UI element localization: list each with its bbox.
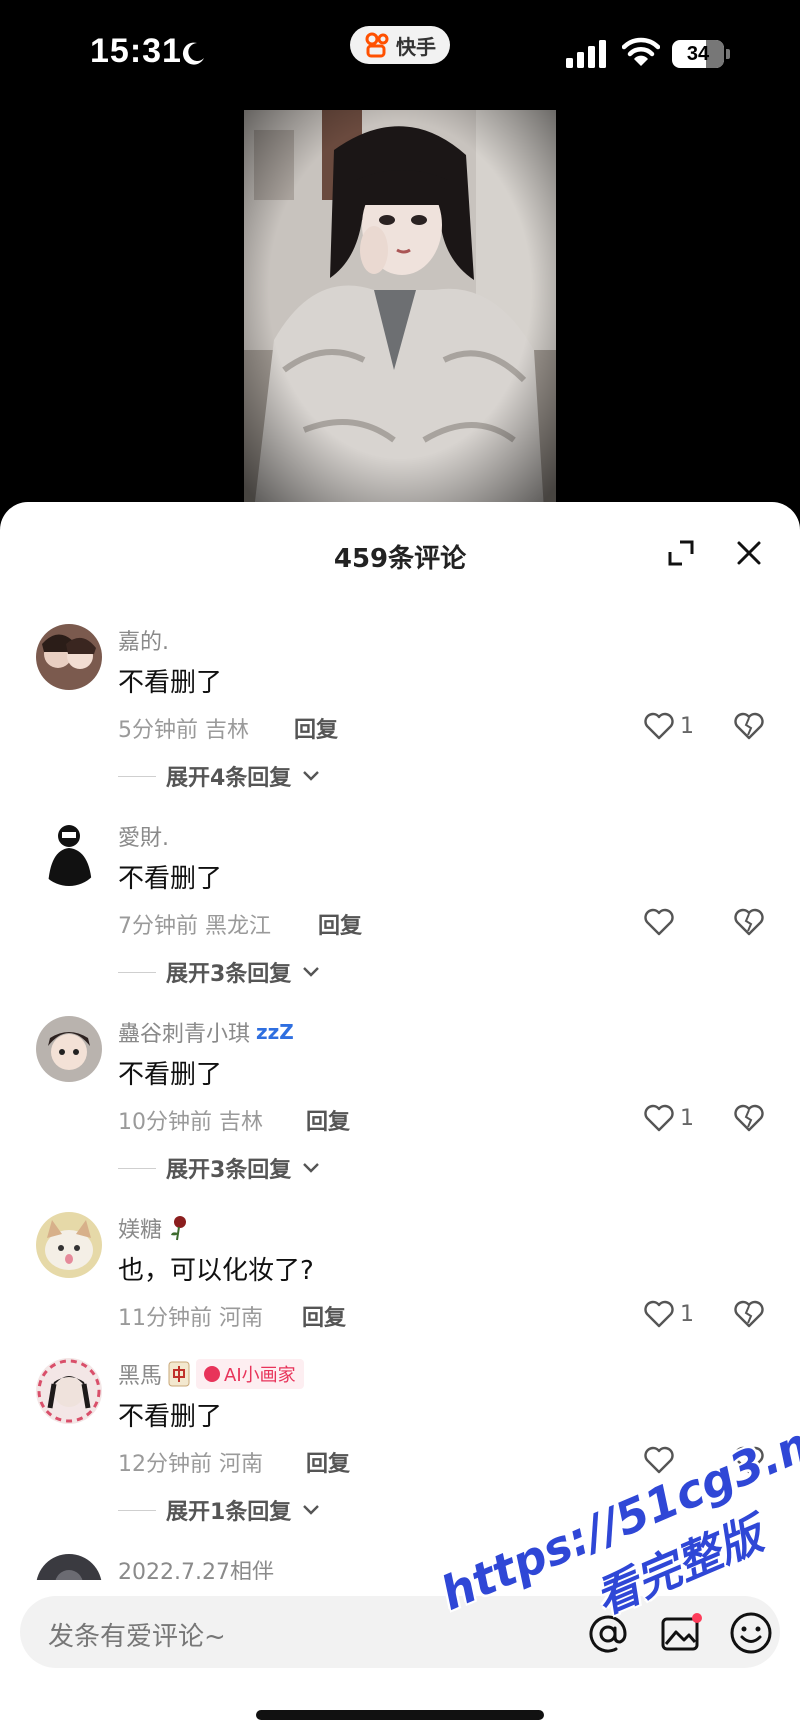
- comment-username[interactable]: 嘉的.: [118, 624, 169, 656]
- comment-input[interactable]: 发条有爱评论~: [20, 1596, 780, 1668]
- like-count: 1: [680, 1301, 694, 1327]
- comment-meta: 7分钟前 黑龙江: [118, 914, 271, 939]
- kuaishou-logo-icon: [365, 32, 389, 58]
- badge-dot-icon: [204, 1366, 221, 1382]
- expand-replies[interactable]: 展开4条回复: [118, 760, 321, 792]
- like-button[interactable]: [644, 1446, 680, 1474]
- sheet-header: 459条评论: [0, 502, 800, 608]
- comment-username[interactable]: 黑馬 AI小画家: [118, 1358, 304, 1390]
- chevron-down-icon: [303, 1163, 320, 1173]
- app-name: 快手: [396, 34, 436, 59]
- chevron-down-icon: [303, 967, 320, 977]
- comment-item: 愛財. 不看删了 7分钟前 黑龙江 回复 展开3条回复: [0, 808, 800, 1004]
- comment-item: 媄糖 也，可以化妆了? 11分钟前 河南 回复 1: [0, 1200, 800, 1350]
- divider-line: [118, 1167, 156, 1169]
- reply-button[interactable]: 回复: [302, 1300, 346, 1332]
- comment-meta: 5分钟前 吉林: [118, 718, 249, 743]
- expand-replies-label[interactable]: 展开4条回复: [166, 760, 291, 792]
- avatar[interactable]: [36, 1212, 102, 1278]
- comment-username[interactable]: 蠱谷刺青小琪 zzZ: [118, 1016, 294, 1048]
- chevron-down-icon: [303, 771, 320, 781]
- like-button[interactable]: [644, 908, 680, 936]
- sleep-zzz-icon: zzZ: [256, 1020, 294, 1044]
- broken-heart-icon[interactable]: [734, 1446, 764, 1474]
- status-time: 15:31: [90, 32, 182, 70]
- username-text[interactable]: 嘉的.: [118, 624, 169, 656]
- username-text[interactable]: 愛財.: [118, 820, 169, 852]
- expand-replies-label[interactable]: 展开3条回复: [166, 1152, 291, 1184]
- home-indicator[interactable]: [256, 1710, 544, 1720]
- heart-icon: [644, 908, 674, 936]
- expand-replies-label[interactable]: 展开1条回复: [166, 1494, 291, 1526]
- comment-text: 不看删了: [118, 864, 223, 894]
- expand-icon[interactable]: [666, 538, 696, 568]
- comment-text: 也，可以化妆了?: [118, 1256, 314, 1286]
- image-icon[interactable]: [660, 1612, 702, 1654]
- like-count: 1: [680, 713, 694, 739]
- divider-line: [118, 1509, 156, 1511]
- chevron-down-icon: [303, 1505, 320, 1515]
- mahjong-tile-icon: [168, 1361, 190, 1387]
- input-placeholder[interactable]: 发条有爱评论~: [48, 1616, 226, 1653]
- battery-indicator: 34: [672, 40, 730, 68]
- comment-username[interactable]: 愛財.: [118, 820, 169, 852]
- username-text[interactable]: 媄糖: [118, 1212, 162, 1244]
- heart-icon: [644, 1446, 674, 1474]
- reply-button[interactable]: 回复: [294, 712, 338, 744]
- avatar[interactable]: [36, 624, 102, 690]
- like-button[interactable]: 1: [644, 712, 694, 740]
- heart-icon: [644, 712, 674, 740]
- rose-icon: [171, 1216, 187, 1241]
- avatar[interactable]: [36, 820, 102, 886]
- photo-illustration: [244, 110, 556, 510]
- post-photo[interactable]: [244, 110, 556, 510]
- at-icon[interactable]: [588, 1614, 628, 1654]
- broken-heart-icon[interactable]: [734, 712, 764, 740]
- comment-meta: 11分钟前 河南: [118, 1306, 263, 1331]
- comment-text: 不看删了: [118, 1402, 223, 1432]
- heart-icon: [644, 1300, 674, 1328]
- divider-line: [118, 971, 156, 973]
- status-bar: 15:31 快手 34: [0, 0, 800, 100]
- emoji-icon[interactable]: [728, 1610, 774, 1656]
- wifi-icon: [622, 37, 660, 66]
- battery-level: 34: [686, 42, 710, 65]
- comment-input-bar: 发条有爱评论~: [0, 1580, 800, 1734]
- comment-text: 不看删了: [118, 1060, 223, 1090]
- moon-icon: [182, 42, 204, 65]
- comment-text: 不看删了: [118, 668, 223, 698]
- ai-artist-badge[interactable]: AI小画家: [196, 1359, 304, 1389]
- close-icon[interactable]: [734, 538, 764, 568]
- broken-heart-icon[interactable]: [734, 1300, 764, 1328]
- avatar[interactable]: [36, 1358, 102, 1424]
- ai-badge-label: AI小画家: [224, 1365, 296, 1386]
- expand-replies[interactable]: 展开3条回复: [118, 956, 321, 988]
- expand-replies[interactable]: 展开3条回复: [118, 1152, 321, 1184]
- comment-meta: 10分钟前 吉林: [118, 1110, 263, 1135]
- like-count: 1: [680, 1105, 694, 1131]
- reply-button[interactable]: 回复: [306, 1104, 350, 1136]
- expand-replies-label[interactable]: 展开3条回复: [166, 956, 291, 988]
- broken-heart-icon[interactable]: [734, 908, 764, 936]
- comment-meta: 12分钟前 河南: [118, 1452, 263, 1477]
- signal-icon: [566, 40, 606, 68]
- like-button[interactable]: 1: [644, 1300, 694, 1328]
- username-text[interactable]: 黑馬: [118, 1358, 162, 1390]
- like-button[interactable]: 1: [644, 1104, 694, 1132]
- divider-line: [118, 775, 156, 777]
- reply-button[interactable]: 回复: [306, 1446, 350, 1478]
- comments-sheet: 459条评论 嘉的. 不看删了 5分钟前 吉林 回复 1 展开4条回复 愛財. …: [0, 502, 800, 1734]
- username-text[interactable]: 蠱谷刺青小琪: [118, 1016, 250, 1048]
- comment-item: 嘉的. 不看删了 5分钟前 吉林 回复 1 展开4条回复: [0, 612, 800, 808]
- expand-replies[interactable]: 展开1条回复: [118, 1494, 321, 1526]
- comment-item: 蠱谷刺青小琪 zzZ 不看删了 10分钟前 吉林 回复 1 展开3条回复: [0, 1004, 800, 1200]
- avatar[interactable]: [36, 1016, 102, 1082]
- app-indicator-pill[interactable]: 快手: [350, 26, 450, 64]
- reply-button[interactable]: 回复: [318, 908, 362, 940]
- heart-icon: [644, 1104, 674, 1132]
- comment-item: 黑馬 AI小画家 不看删了 12分钟前 河南 回复 展开1条回复: [0, 1346, 800, 1542]
- comment-username[interactable]: 媄糖: [118, 1212, 190, 1244]
- broken-heart-icon[interactable]: [734, 1104, 764, 1132]
